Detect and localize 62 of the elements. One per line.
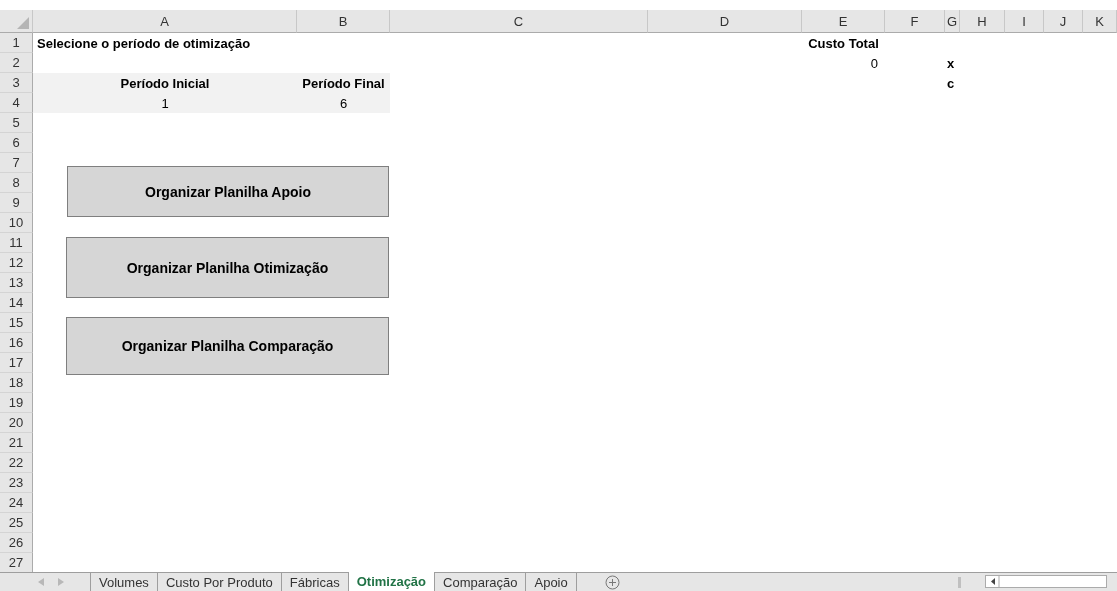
corner-triangle-icon [17, 17, 29, 29]
row-header[interactable]: 15 [0, 313, 33, 333]
row-header[interactable]: 4 [0, 93, 33, 113]
horizontal-scrollbar[interactable] [985, 575, 1107, 588]
row-header[interactable]: 18 [0, 373, 33, 393]
macro-button[interactable]: Organizar Planilha Comparação [66, 317, 389, 375]
row-header[interactable]: 21 [0, 433, 33, 453]
row-header[interactable]: 23 [0, 473, 33, 493]
column-header[interactable]: E [802, 10, 885, 33]
row-header[interactable]: 9 [0, 193, 33, 213]
row-header[interactable]: 19 [0, 393, 33, 413]
column-header[interactable]: G [945, 10, 960, 33]
scroll-right-icon[interactable] [58, 578, 64, 586]
table-header-cell: Período Final [297, 73, 390, 93]
splitter-handle-icon[interactable] [958, 577, 961, 588]
row-header[interactable]: 7 [0, 153, 33, 173]
table-cell: 6 [297, 93, 390, 113]
total-cost-value: 0 [869, 54, 879, 73]
sheet-tab[interactable]: Custo Por Produto [156, 573, 281, 591]
column-header[interactable]: D [648, 10, 802, 33]
sheet-tab[interactable]: Apoio [525, 573, 576, 591]
row-header[interactable]: 16 [0, 333, 33, 353]
select-all-corner[interactable] [0, 10, 33, 33]
row-header[interactable]: 25 [0, 513, 33, 533]
sheet-title: Selecione o período de otimização [36, 34, 252, 53]
row-header[interactable]: 13 [0, 273, 33, 293]
row-header[interactable]: 2 [0, 53, 33, 73]
add-sheet-icon[interactable] [604, 574, 620, 590]
sheet-tab[interactable]: Fábricas [280, 573, 348, 591]
column-header[interactable]: J [1044, 10, 1083, 33]
column-header[interactable]: F [885, 10, 945, 33]
column-header[interactable]: B [297, 10, 390, 33]
row-header[interactable]: 5 [0, 113, 33, 133]
marker-cell-text: x [946, 54, 956, 73]
marker-cell-text: c [946, 74, 956, 93]
table-cell: 1 [33, 93, 297, 113]
row-header[interactable]: 27 [0, 553, 33, 572]
row-header[interactable]: 14 [0, 293, 33, 313]
row-header[interactable]: 12 [0, 253, 33, 273]
column-header[interactable]: C [390, 10, 648, 33]
column-header[interactable]: I [1005, 10, 1044, 33]
row-header[interactable]: 24 [0, 493, 33, 513]
row-header[interactable]: 10 [0, 213, 33, 233]
row-header[interactable]: 3 [0, 73, 33, 93]
sheet-tab[interactable]: Volumes [90, 573, 157, 591]
macro-button[interactable]: Organizar Planilha Apoio [67, 166, 389, 217]
column-header[interactable]: K [1083, 10, 1117, 33]
table-header-cell: Período Inicial [33, 73, 297, 93]
sheet-tab[interactable]: Comparação [434, 573, 526, 591]
macro-button[interactable]: Organizar Planilha Otimização [66, 237, 389, 298]
row-header[interactable]: 8 [0, 173, 33, 193]
row-header[interactable]: 26 [0, 533, 33, 553]
row-header[interactable]: 1 [0, 33, 33, 53]
total-cost-label: Custo Total [807, 34, 880, 53]
sheet-tab[interactable]: Otimização [347, 572, 435, 591]
row-header[interactable]: 11 [0, 233, 33, 253]
row-header[interactable]: 20 [0, 413, 33, 433]
column-header[interactable]: H [960, 10, 1005, 33]
row-header[interactable]: 22 [0, 453, 33, 473]
row-header[interactable]: 6 [0, 133, 33, 153]
row-header[interactable]: 17 [0, 353, 33, 373]
column-header[interactable]: A [33, 10, 297, 33]
